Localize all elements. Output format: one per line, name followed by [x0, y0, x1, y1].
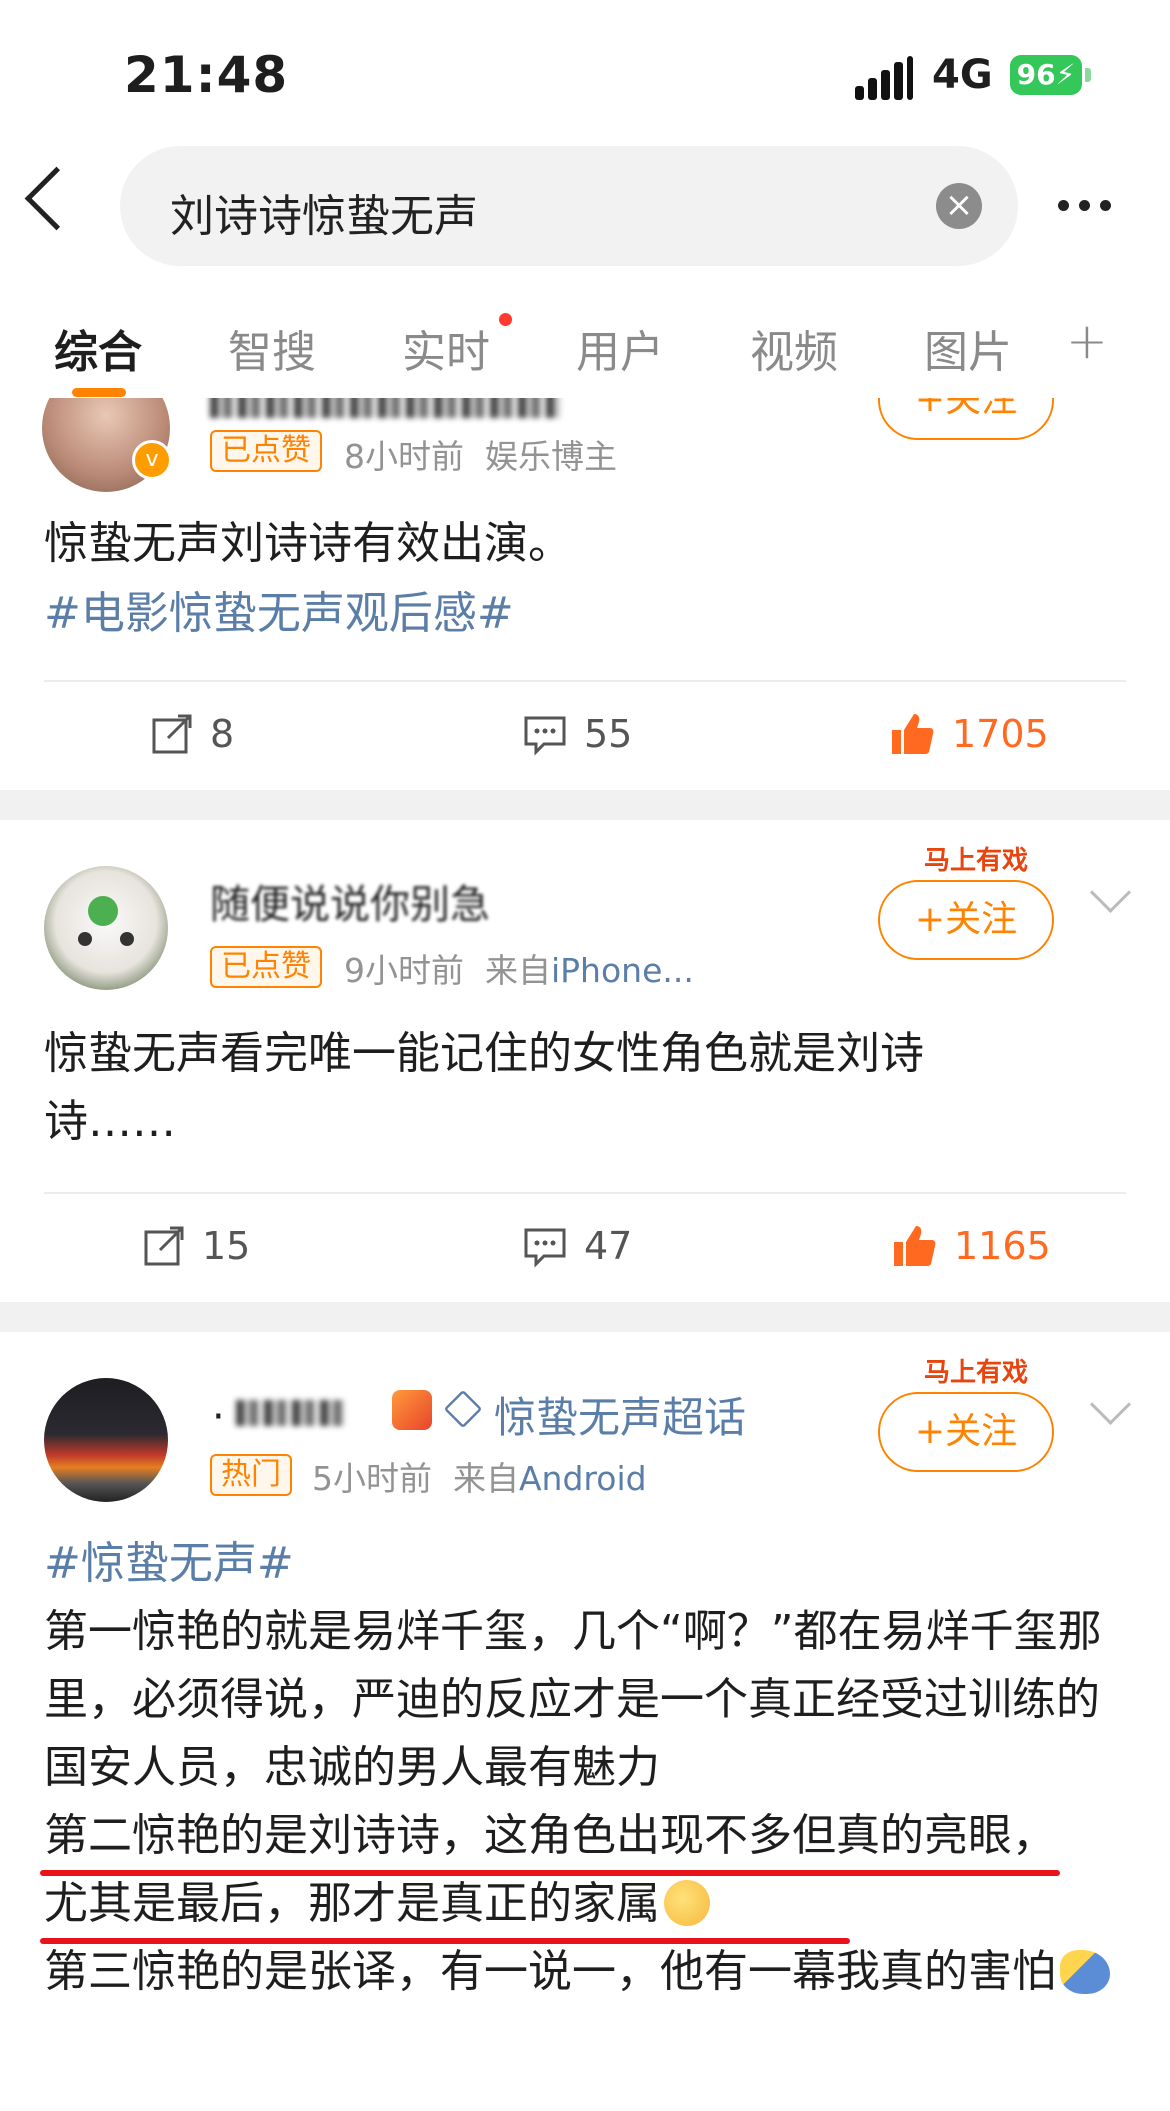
like-button[interactable]: 1705 — [888, 710, 1049, 758]
liked-badge: 已点赞 — [210, 946, 322, 988]
scared-emoji-icon — [1060, 1950, 1110, 1994]
user-name[interactable]: · — [212, 1394, 225, 1440]
comment-icon — [524, 1228, 566, 1268]
verified-badge-icon: v — [132, 440, 172, 480]
tab-comprehensive[interactable]: 综合 — [54, 316, 142, 380]
post-paragraph-1: 第一惊艳的就是易烊千玺，几个“啊？”都在易烊千玺那里，必须得说，严迪的反应才是一… — [44, 1606, 1102, 1793]
realtime-notification-dot — [499, 313, 512, 326]
tab-images[interactable]: 图片 — [924, 316, 1012, 380]
red-underline — [40, 1870, 1060, 1876]
post-paragraph-3-text: 第三惊艳的是张译，有一说一，他有一幕我真的害怕 — [44, 1946, 1056, 1997]
hot-show-label: 马上有戏 — [924, 846, 1029, 876]
follow-button[interactable]: +关注 — [878, 1392, 1054, 1472]
post-text: 惊蛰无声刘诗诗有效出演。 — [44, 518, 572, 569]
comment-button[interactable]: 55 — [522, 712, 632, 756]
repost-count: 15 — [202, 1224, 251, 1268]
post-time: 5小时前 — [312, 1459, 432, 1498]
follow-button[interactable]: +关注 — [878, 880, 1054, 960]
more-options-icon[interactable] — [1058, 196, 1121, 215]
expand-chevron-icon[interactable] — [1089, 871, 1132, 914]
device-name: iPhone... — [550, 951, 694, 990]
comment-count: 55 — [584, 712, 633, 756]
add-tab-icon[interactable]: + — [1066, 312, 1108, 370]
repost-icon — [152, 714, 192, 754]
post-meta: 8小时前 娱乐博主 — [344, 430, 617, 478]
device-name: Android — [518, 1459, 647, 1498]
post-card-2: 随便说说你别急 马上有戏 +关注 已点赞 9小时前 来自iPhone... 惊蛰… — [0, 820, 1170, 1302]
battery-tip — [1085, 68, 1091, 82]
blushing-emoji-icon — [664, 1880, 710, 1926]
post-time: 8小时前 — [344, 437, 464, 476]
signal-icon — [855, 56, 915, 100]
source-label: 来自 — [452, 1459, 519, 1498]
like-button[interactable]: 1165 — [890, 1222, 1051, 1270]
battery-icon: 96⚡ — [1010, 55, 1082, 95]
comment-icon — [524, 716, 566, 756]
thumbs-up-icon — [894, 1226, 936, 1266]
post-card-1: v +关注 已点赞 8小时前 娱乐博主 惊蛰无声刘诗诗有效出演。 #电影惊蛰无声… — [0, 398, 1170, 790]
supertopic-link[interactable]: 惊蛰无声超话 — [494, 1384, 746, 1445]
post-paragraph-3: 第三惊艳的是张译，有一说一，他有一幕我真的害怕 — [44, 1938, 1134, 2006]
tab-videos[interactable]: 视频 — [750, 316, 838, 380]
repost-count: 8 — [210, 712, 235, 756]
liked-badge: 已点赞 — [210, 430, 322, 472]
search-input[interactable]: 刘诗诗惊蛰无声 — [170, 180, 478, 244]
tab-users[interactable]: 用户 — [576, 316, 664, 380]
topic-link[interactable]: #惊蛰无声# — [44, 1530, 1134, 1598]
comment-count: 47 — [584, 1224, 633, 1268]
expand-chevron-icon[interactable] — [1089, 1383, 1132, 1426]
back-chevron-icon[interactable] — [24, 166, 89, 231]
user-tag: 娱乐博主 — [484, 437, 617, 476]
user-name-blurred[interactable] — [210, 398, 560, 418]
repost-button[interactable]: 8 — [150, 712, 234, 756]
supertopic-icon — [392, 1390, 432, 1430]
network-type: 4G — [932, 52, 993, 98]
post-time: 9小时前 — [344, 951, 464, 990]
thumbs-up-icon — [892, 714, 934, 754]
divider — [44, 1192, 1126, 1194]
active-tab-indicator — [72, 388, 126, 397]
avatar[interactable] — [44, 866, 168, 990]
comment-button[interactable]: 47 — [522, 1224, 632, 1268]
hot-show-label: 马上有戏 — [924, 1358, 1029, 1388]
post-separator — [0, 790, 1170, 820]
follow-button[interactable]: +关注 — [878, 398, 1054, 440]
clear-search-icon[interactable]: × — [936, 183, 982, 229]
divider — [44, 680, 1126, 682]
post-separator — [0, 1302, 1170, 1332]
battery-level: 96 — [1016, 58, 1056, 91]
status-time: 21:48 — [124, 46, 289, 104]
post-text: 惊蛰无声看完唯一能记住的女性角色就是刘诗诗…… — [44, 1028, 924, 1147]
post-meta: 5小时前 来自Android — [312, 1452, 647, 1500]
topic-link[interactable]: #电影惊蛰无声观后感# — [44, 580, 1134, 648]
user-name[interactable]: 随便说说你别急 — [210, 872, 490, 930]
avatar[interactable] — [44, 1378, 168, 1502]
post-card-3: · 惊蛰无声超话 马上有戏 +关注 热门 5小时前 来自Android #惊蛰无… — [0, 1332, 1170, 2111]
user-name-blurred[interactable] — [236, 1400, 346, 1426]
repost-button[interactable]: 15 — [142, 1224, 250, 1268]
repost-icon — [144, 1226, 184, 1266]
tab-realtime[interactable]: 实时 — [402, 316, 490, 380]
hot-badge: 热门 — [210, 1454, 292, 1496]
like-count: 1165 — [954, 1224, 1051, 1268]
source-label: 来自 — [484, 951, 551, 990]
post-meta: 9小时前 来自iPhone... — [344, 944, 694, 992]
tab-smart-search[interactable]: 智搜 — [228, 316, 316, 380]
like-count: 1705 — [952, 712, 1049, 756]
diamond-icon — [443, 1389, 483, 1429]
